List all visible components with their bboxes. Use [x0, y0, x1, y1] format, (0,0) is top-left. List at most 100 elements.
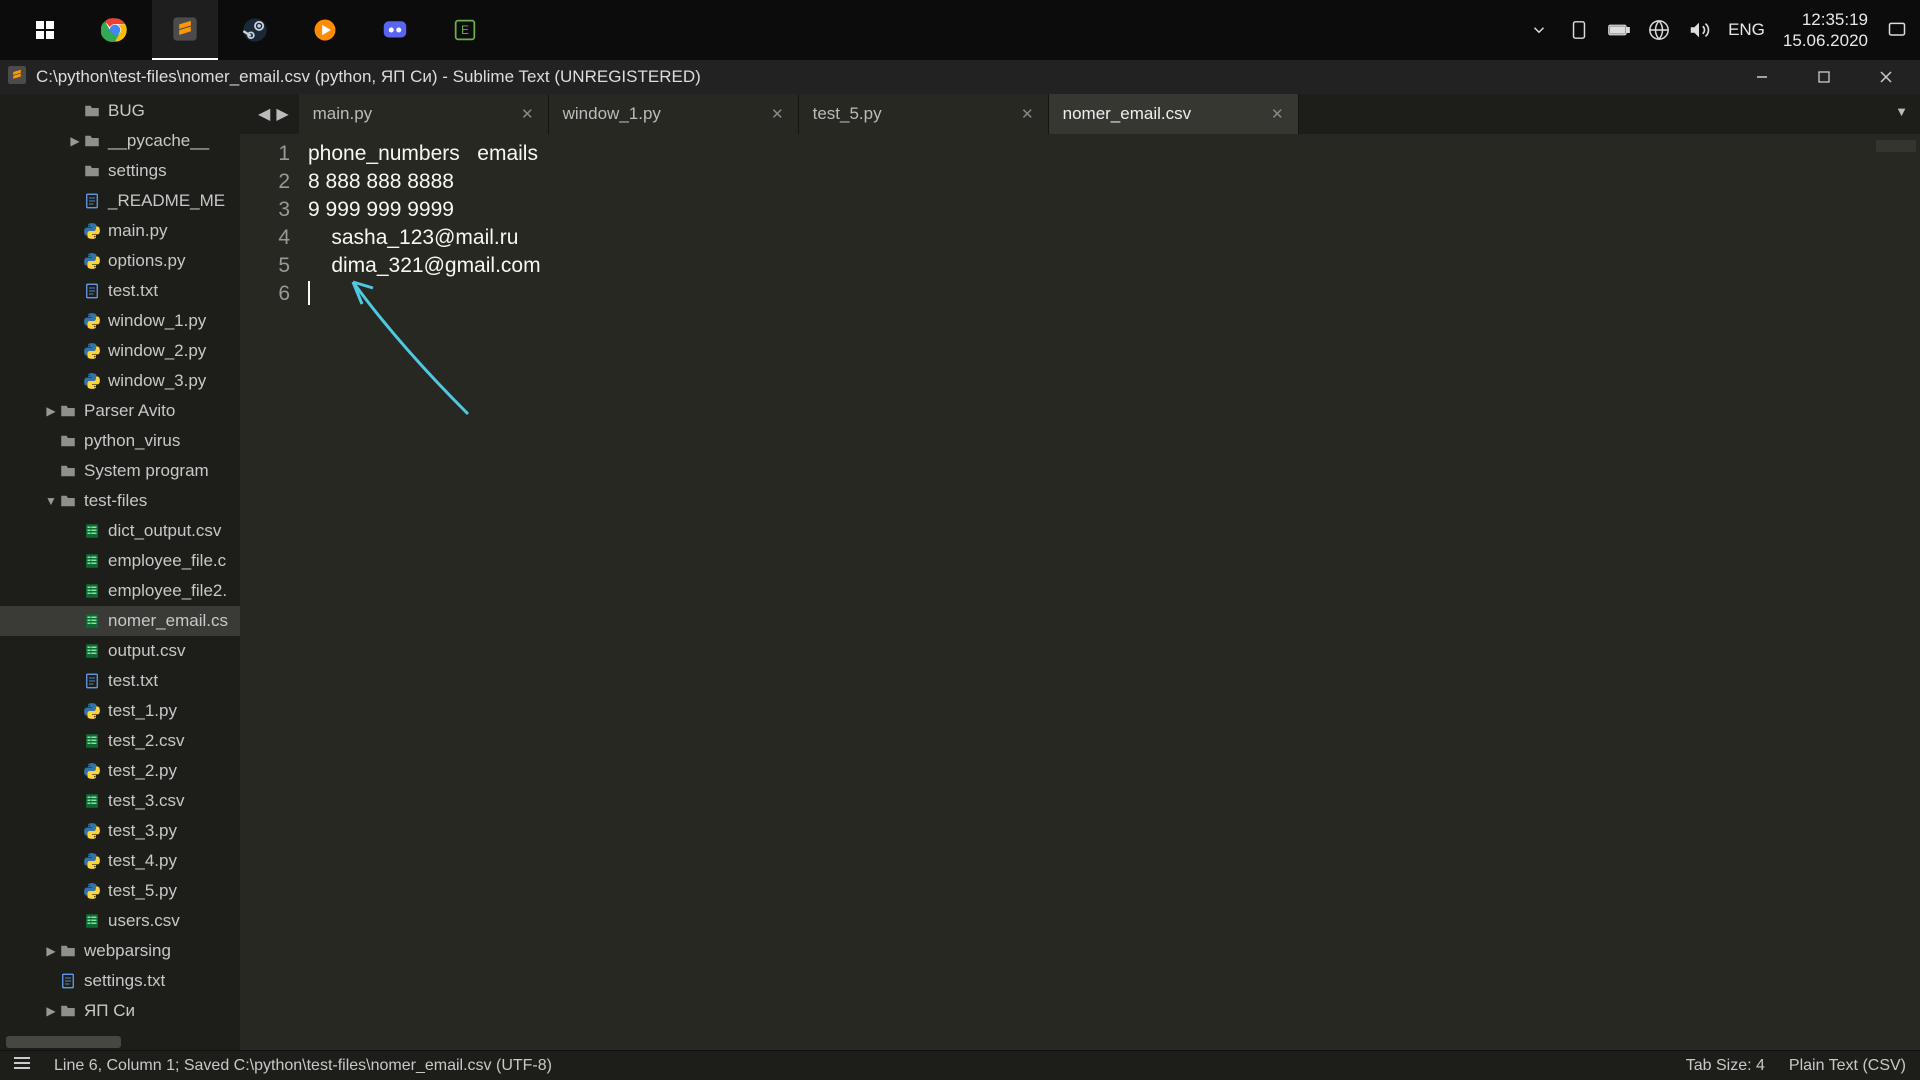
tab[interactable]: window_1.py ✕ [549, 94, 799, 134]
tab[interactable]: test_5.py✕ [799, 94, 1049, 134]
network-icon[interactable] [1648, 19, 1670, 41]
nav-back-icon[interactable]: ◀ [258, 104, 270, 124]
py-icon [82, 341, 102, 361]
status-syntax[interactable]: Plain Text (CSV) [1789, 1057, 1906, 1075]
taskbar-app-media[interactable] [292, 0, 358, 60]
tree-item[interactable]: test.txt [0, 276, 240, 306]
language-indicator[interactable]: ENG [1728, 20, 1765, 40]
tree-item[interactable]: test_1.py [0, 696, 240, 726]
notifications-icon[interactable] [1886, 19, 1908, 41]
status-bar: Line 6, Column 1; Saved C:\python\test-f… [0, 1050, 1920, 1080]
tree-item[interactable]: output.csv [0, 636, 240, 666]
volume-icon[interactable] [1688, 19, 1710, 41]
tree-item[interactable]: test_2.py [0, 756, 240, 786]
tree-item[interactable]: test.txt [0, 666, 240, 696]
tree-item[interactable]: test_4.py [0, 846, 240, 876]
tab-close-icon[interactable]: ✕ [1021, 105, 1034, 123]
tree-item[interactable]: settings.txt [0, 966, 240, 996]
tree-item[interactable]: ▶ ЯП Си [0, 996, 240, 1026]
tree-item-label: ЯП Си [84, 1001, 135, 1021]
tree-item[interactable]: python_virus [0, 426, 240, 456]
tree-item[interactable]: settings [0, 156, 240, 186]
taskbar-app-stream[interactable]: E [432, 0, 498, 60]
close-button[interactable] [1856, 60, 1916, 94]
tree-item[interactable]: ▶Parser Avito [0, 396, 240, 426]
tree-item[interactable]: window_2.py [0, 336, 240, 366]
minimap[interactable] [1876, 140, 1916, 152]
tree-item-label: test_3.csv [108, 791, 185, 811]
taskbar-clock[interactable]: 12:35:19 15.06.2020 [1783, 9, 1868, 52]
tree-item[interactable]: test_2.csv [0, 726, 240, 756]
minimize-button[interactable] [1732, 60, 1792, 94]
battery-icon[interactable] [1608, 19, 1630, 41]
maximize-button[interactable] [1794, 60, 1854, 94]
tree-item[interactable]: System program [0, 456, 240, 486]
code-line: dima_321@gmail.com [308, 252, 1920, 280]
taskbar-app-sublime[interactable] [152, 0, 218, 60]
tabs-overflow-icon[interactable]: ▼ [1895, 104, 1908, 119]
sidebar: BUG▶__pycache__settings_README_MEmain.py… [0, 94, 240, 1050]
tree-item[interactable]: test_3.py [0, 816, 240, 846]
text-cursor [308, 281, 310, 305]
clock-date: 15.06.2020 [1783, 30, 1868, 51]
tray-chevron-icon[interactable] [1528, 19, 1550, 41]
code-line: 8 888 888 8888 [308, 168, 1920, 196]
scrollbar-thumb[interactable] [6, 1036, 121, 1048]
folder-icon [58, 461, 78, 481]
tree-item[interactable]: test_3.csv [0, 786, 240, 816]
tab-nav-arrows[interactable]: ◀ ▶ [240, 94, 299, 134]
csv-icon [82, 911, 102, 931]
taskbar-app-steam[interactable] [222, 0, 288, 60]
taskbar-app-discord[interactable] [362, 0, 428, 60]
tree-item[interactable]: nomer_email.cs [0, 606, 240, 636]
tree-item[interactable]: window_3.py [0, 366, 240, 396]
csv-icon [82, 641, 102, 661]
csv-icon [82, 521, 102, 541]
tab-close-icon[interactable]: ✕ [521, 105, 534, 123]
folder-icon [58, 431, 78, 451]
tree-item[interactable]: dict_output.csv [0, 516, 240, 546]
tree-item-label: test_2.csv [108, 731, 185, 751]
caret-icon: ▶ [44, 1004, 58, 1018]
tree-item-label: options.py [108, 251, 186, 271]
tree-item-label: test_2.py [108, 761, 177, 781]
tree-item[interactable]: BUG [0, 96, 240, 126]
tab-label: window_1.py [563, 104, 661, 124]
tab-close-icon[interactable]: ✕ [771, 105, 784, 123]
start-button[interactable] [12, 0, 78, 60]
tree-item[interactable]: ▼test-files [0, 486, 240, 516]
tree-item-label: users.csv [108, 911, 180, 931]
py-icon [82, 881, 102, 901]
csv-icon [82, 731, 102, 751]
tree-item-label: employee_file2. [108, 581, 227, 601]
os-taskbar: E ENG 12:35:19 15.06.2020 [0, 0, 1920, 60]
tree-item[interactable]: options.py [0, 246, 240, 276]
line-number: 2 [240, 168, 290, 196]
sidebar-scrollbar[interactable] [6, 1036, 228, 1048]
code-text[interactable]: phone_numbers emails8 888 888 88889 999 … [302, 134, 1920, 1050]
line-number: 3 [240, 196, 290, 224]
tree-item[interactable]: employee_file2. [0, 576, 240, 606]
tab-label: nomer_email.csv [1063, 104, 1192, 124]
file-tree[interactable]: BUG▶__pycache__settings_README_MEmain.py… [0, 94, 240, 1050]
code-line: sasha_123@mail.ru [308, 224, 1920, 252]
tab[interactable]: nomer_email.csv ✕ [1049, 94, 1299, 134]
folder-icon [58, 941, 78, 961]
tree-item[interactable]: ▶__pycache__ [0, 126, 240, 156]
tree-item[interactable]: test_5.py [0, 876, 240, 906]
status-tabsize[interactable]: Tab Size: 4 [1686, 1057, 1765, 1075]
taskbar-app-chrome[interactable] [82, 0, 148, 60]
tree-item[interactable]: users.csv [0, 906, 240, 936]
tree-item[interactable]: ▶webparsing [0, 936, 240, 966]
tab[interactable]: main.py✕ [299, 94, 549, 134]
status-menu-icon[interactable] [14, 1056, 30, 1075]
tray-device-icon[interactable] [1568, 19, 1590, 41]
tree-item[interactable]: _README_ME [0, 186, 240, 216]
tree-item[interactable]: main.py [0, 216, 240, 246]
tree-item-label: test-files [84, 491, 147, 511]
tree-item[interactable]: employee_file.c [0, 546, 240, 576]
nav-forward-icon[interactable]: ▶ [276, 104, 288, 124]
tree-item[interactable]: window_1.py [0, 306, 240, 336]
tab-close-icon[interactable]: ✕ [1271, 105, 1284, 123]
code-view[interactable]: 123456 phone_numbers emails8 888 888 888… [240, 134, 1920, 1050]
